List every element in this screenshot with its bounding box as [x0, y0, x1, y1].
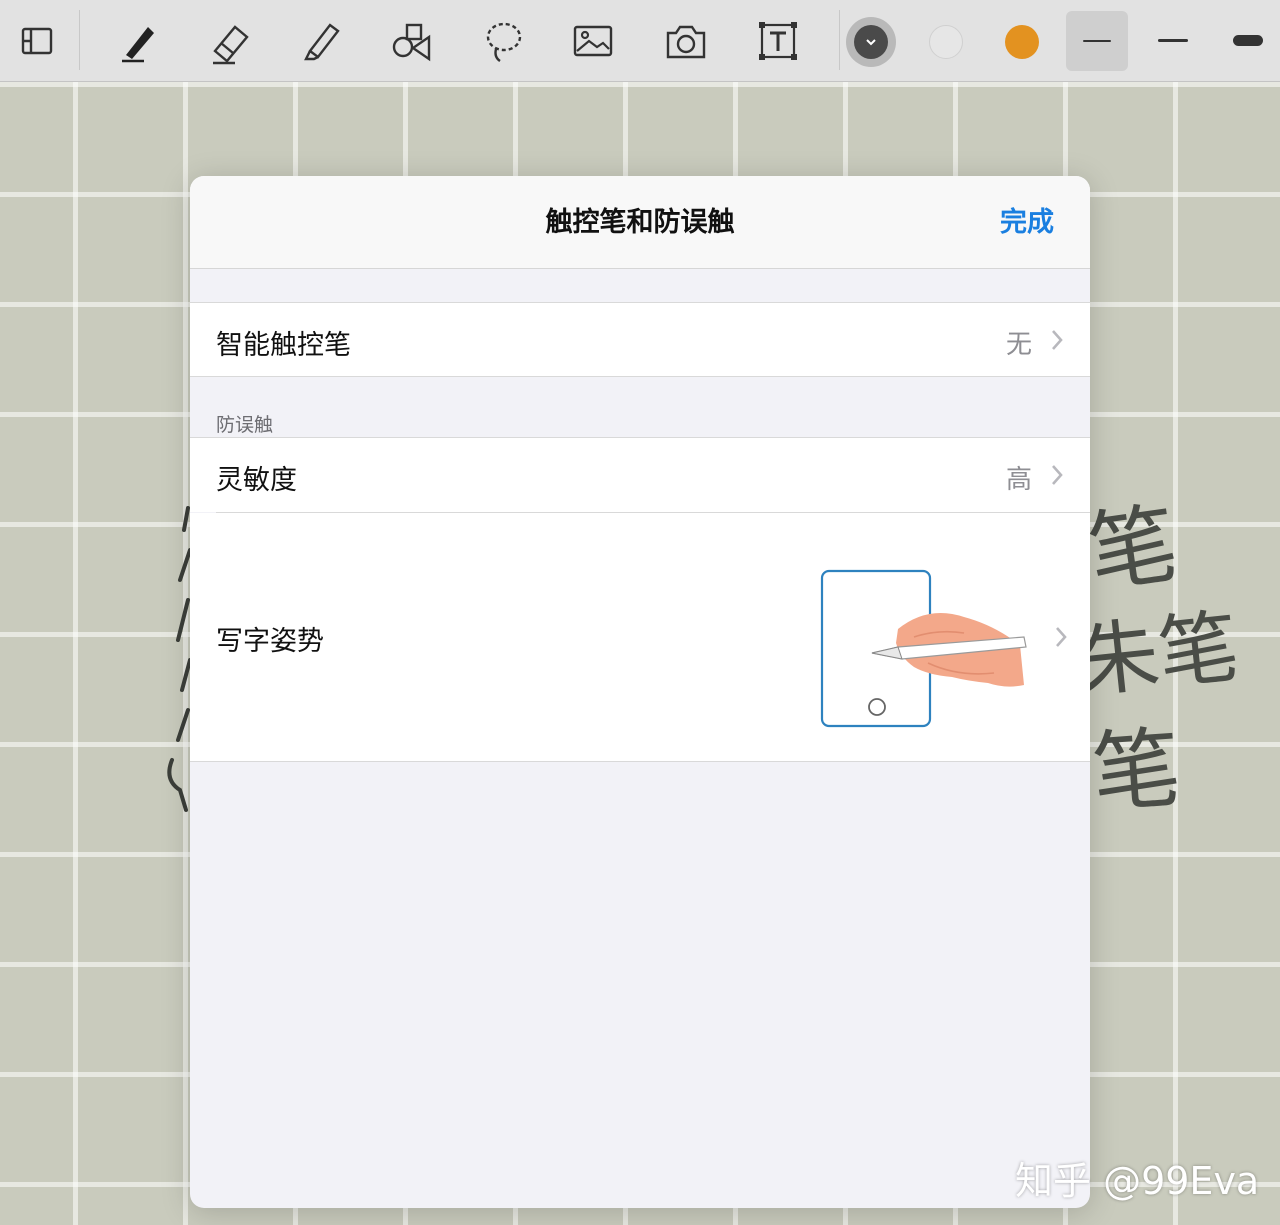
stylus-settings-modal: 触控笔和防误触 完成 智能触控笔 无 防误触 灵敏度 高 写字姿势	[190, 176, 1090, 1208]
drawing-toolbar	[0, 0, 1280, 82]
modal-header: 触控笔和防误触 完成	[190, 176, 1090, 269]
chevron-right-icon	[1052, 465, 1063, 485]
chevron-down-icon	[866, 39, 876, 46]
stroke-width-thin	[1083, 40, 1111, 42]
writing-posture-row[interactable]: 写字姿势	[190, 513, 1090, 762]
writing-posture-illustration	[820, 569, 1027, 728]
section-header-palm-rejection: 防误触	[216, 414, 274, 436]
handwriting-note: 笔	[1089, 716, 1184, 825]
handwriting-note: 朱笔	[1074, 599, 1244, 710]
color-swatch-white[interactable]	[929, 25, 963, 59]
writing-posture-label: 写字姿势	[216, 626, 324, 657]
stylus-value: 无	[1005, 330, 1032, 360]
watermark: 知乎 @99Eva	[1015, 1159, 1260, 1203]
pen-icon[interactable]	[108, 11, 168, 71]
modal-title: 触控笔和防误触	[545, 207, 735, 238]
stylus-row[interactable]: 智能触控笔 无	[190, 302, 1090, 377]
image-icon[interactable]	[563, 11, 623, 71]
camera-icon[interactable]	[656, 11, 716, 71]
shapes-icon[interactable]	[381, 11, 441, 71]
lasso-icon[interactable]	[472, 11, 532, 71]
stylus-label: 智能触控笔	[216, 330, 351, 361]
sensitivity-row[interactable]: 灵敏度 高	[190, 437, 1090, 512]
toolbar-divider	[839, 10, 840, 70]
stroke-width-thick[interactable]	[1233, 35, 1263, 46]
eraser-icon[interactable]	[199, 11, 259, 71]
page-layout-icon[interactable]	[7, 11, 67, 71]
chevron-right-icon	[1056, 627, 1067, 647]
highlighter-icon[interactable]	[290, 11, 350, 71]
color-swatch-orange[interactable]	[1005, 25, 1039, 59]
sensitivity-value: 高	[1005, 465, 1032, 495]
stroke-width-medium[interactable]	[1158, 39, 1188, 42]
done-button[interactable]: 完成	[1000, 176, 1054, 269]
chevron-right-icon	[1052, 330, 1063, 350]
text-box-icon[interactable]	[748, 11, 808, 71]
toolbar-divider	[79, 10, 80, 70]
sensitivity-label: 灵敏度	[216, 465, 297, 496]
